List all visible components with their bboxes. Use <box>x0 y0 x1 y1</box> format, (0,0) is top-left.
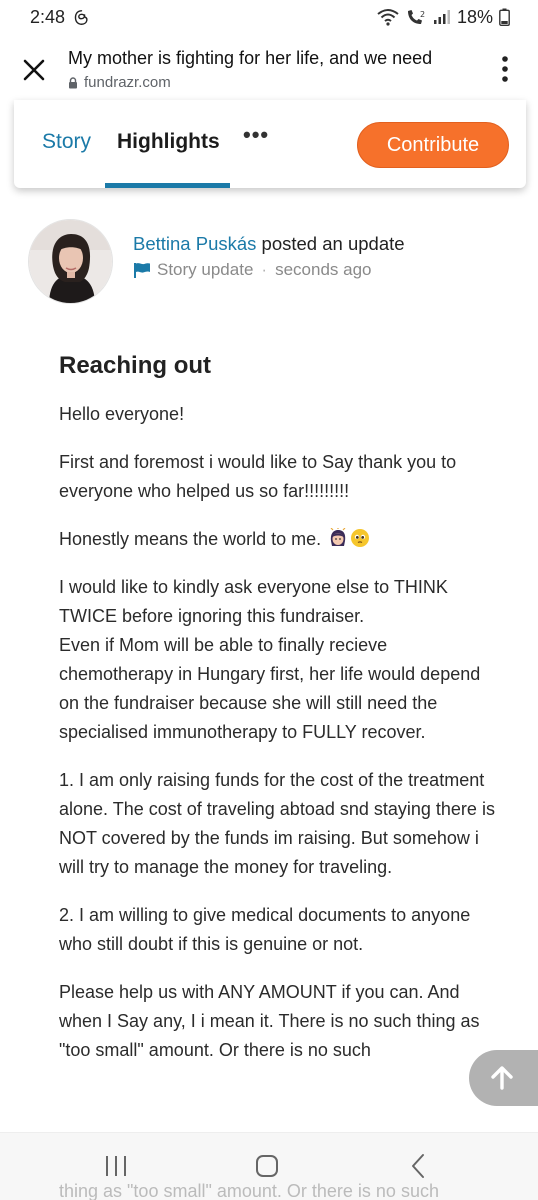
post-action-text: posted an update <box>256 233 405 254</box>
paragraph-think-twice-b: Even if Mom will be able to finally reci… <box>59 635 481 742</box>
paragraph-thanks: First and foremost i would like to Say t… <box>59 452 457 501</box>
battery-icon <box>499 8 510 26</box>
url-text: fundrazr.com <box>84 74 171 91</box>
post-body: Hello everyone! First and foremost i wou… <box>59 400 499 1084</box>
wifi-icon <box>377 9 399 26</box>
paragraph-greeting: Hello everyone! <box>59 404 185 424</box>
tab-more[interactable]: ••• <box>243 122 269 148</box>
svg-text:2: 2 <box>420 10 425 19</box>
author-name-link[interactable]: Bettina Puskás <box>133 233 256 254</box>
paragraph-think-twice: I would like to kindly ask everyone else… <box>59 573 499 747</box>
status-time: 2:48 <box>30 6 66 27</box>
screen: 2:48 2 18% My mother is fighting for her… <box>0 0 538 1200</box>
home-icon[interactable] <box>255 1154 279 1178</box>
more-options-icon[interactable] <box>500 54 510 84</box>
paragraph-world-text: Honestly means the world to me. <box>59 529 322 549</box>
tab-highlights[interactable]: Highlights <box>117 130 220 154</box>
avatar-image <box>29 220 112 303</box>
paragraph-think-twice-a: I would like to kindly ask everyone else… <box>59 577 448 626</box>
scrolled-text-remnant: thing as "too small" amount. Or there is… <box>59 1181 439 1200</box>
scroll-to-top-button[interactable] <box>469 1050 538 1106</box>
wifi-calling-icon: 2 <box>407 10 425 24</box>
status-bar: 2:48 2 18% <box>0 0 538 34</box>
post-title: Reaching out <box>59 352 212 379</box>
post-type: Story update <box>157 260 254 279</box>
contribute-button[interactable]: Contribute <box>357 122 509 168</box>
separator-dot: · <box>261 260 268 279</box>
active-tab-indicator <box>105 183 230 188</box>
threads-icon <box>74 9 88 25</box>
flag-icon <box>134 263 150 278</box>
post-meta: Story update · seconds ago <box>133 260 371 280</box>
post-author-line: Bettina Puskás posted an update <box>133 233 405 255</box>
paragraph-point-1: 1. I am only raising funds for the cost … <box>59 770 495 877</box>
battery-percent: 18% <box>456 6 493 27</box>
arrow-up-icon <box>491 1066 513 1090</box>
page-title: My mother is fighting for her life, and … <box>68 48 433 68</box>
paragraph-appeal: Please help us with ANY AMOUNT if you ca… <box>59 982 480 1060</box>
pleading-face-emoji-icon <box>351 529 370 547</box>
post-timestamp: seconds ago <box>275 260 372 279</box>
paragraph-world: Honestly means the world to me. <box>59 525 499 554</box>
lock-icon <box>69 76 77 88</box>
browser-toolbar: My mother is fighting for her life, and … <box>0 34 538 100</box>
paragraph-point-2: 2. I am willing to give medical document… <box>59 905 471 954</box>
tab-story[interactable]: Story <box>42 130 91 154</box>
tab-bar: Story Highlights ••• Contribute <box>14 100 526 188</box>
signal-icon <box>433 10 450 24</box>
back-icon[interactable] <box>409 1153 427 1179</box>
woman-crying-emoji-icon <box>330 528 346 546</box>
url-display[interactable]: fundrazr.com <box>68 74 171 91</box>
close-icon[interactable] <box>22 58 46 82</box>
recent-apps-icon[interactable] <box>104 1155 128 1177</box>
avatar[interactable] <box>28 219 113 304</box>
